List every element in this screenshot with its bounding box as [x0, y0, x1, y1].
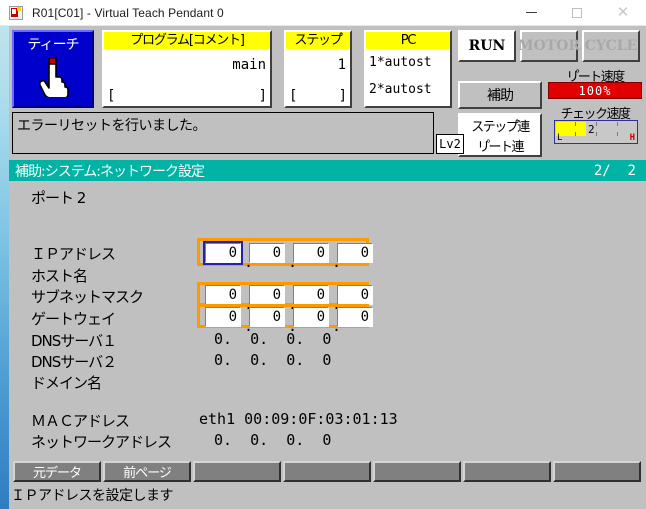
program-bracket-left: [ — [107, 88, 116, 104]
run-lamp-button[interactable]: RUN — [458, 30, 516, 62]
check-speed-high-label: H — [629, 133, 635, 143]
step-repeat-mode-box[interactable]: ステップ゚連 リ゚ート連 — [458, 113, 542, 157]
function-key-bar: 元データ 前ページ — [9, 459, 646, 485]
domain-name-label: ドメイン名 — [31, 374, 102, 392]
ip-octet-3[interactable]: 0 — [293, 243, 329, 263]
pc-box[interactable]: PC 1*autost 2*autost — [364, 30, 452, 108]
subnet-octet-3[interactable]: 0 — [293, 285, 329, 305]
network-address-value: 0. 0. 0. 0 — [214, 431, 332, 449]
dns-server-2-label: DNSサーバ２ — [31, 353, 117, 371]
app-icon — [8, 5, 24, 21]
network-settings-form: ポート 2 ＩＰアドレス 0 . 0 . 0 . 0 ホスト名 サブネットマスク… — [9, 181, 646, 459]
ip-octet-2[interactable]: 0 — [249, 243, 285, 263]
status-hint-line: ＩＰアドレスを設定します — [11, 488, 174, 504]
virtual-teach-pendant-window: R01[C01] - Virtual Teach Pendant 0 ✕ ティー… — [0, 0, 646, 509]
breadcrumb: 補助:システム:ネットワーク設定 — [15, 163, 205, 180]
teach-mode-label: ティーチ — [27, 37, 79, 53]
error-message-text: エラーリセットを行いました。 — [17, 118, 207, 134]
dns-server-1-label: DNSサーバ１ — [31, 332, 117, 350]
mac-address-value: eth1 00:09:0F:03:01:13 — [199, 410, 398, 428]
mac-address-label: ＭＡＣアドレス — [31, 412, 130, 430]
step-box[interactable]: ステップ゚ 1 [ ] — [284, 30, 352, 108]
fkey-5[interactable] — [373, 461, 461, 482]
gateway-octet-2[interactable]: 0 — [249, 307, 285, 327]
motor-lamp-label: MOTOR — [518, 38, 580, 54]
repeat-speed-value: 100% — [578, 83, 612, 98]
ip-octet-1[interactable]: 0 — [203, 241, 243, 265]
aux-button-label: 補助 — [487, 88, 514, 104]
gateway-octet-4[interactable]: 0 — [337, 307, 373, 327]
host-name-label: ホスト名 — [31, 267, 88, 285]
step-number-value: 1 — [337, 57, 346, 73]
ip-address-label: ＩＰアドレス — [31, 245, 116, 263]
left-rail-decoration — [0, 26, 9, 509]
program-box-body: main [ ] — [104, 49, 270, 106]
pendant-screen: ティーチ プログラム[コメント] main [ ] ステップ゚ 1 [] PC… — [9, 26, 646, 509]
motor-lamp-button[interactable]: MOTOR — [518, 30, 580, 62]
step-bracket-left: [ — [289, 88, 298, 104]
program-bracket-right: ] — [258, 88, 267, 104]
subnet-octet-4[interactable]: 0 — [337, 285, 373, 305]
pc-box-body: 1*autost 2*autost — [366, 49, 450, 106]
ip-octet-4[interactable]: 0 — [337, 243, 373, 263]
close-icon[interactable]: ✕ — [600, 0, 646, 26]
aux-button[interactable]: 補助 — [458, 81, 542, 109]
program-comment-field: [ ] — [107, 88, 267, 104]
dns-server-1-value: 0. 0. 0. 0 — [214, 330, 332, 348]
pointing-hand-icon — [36, 57, 70, 99]
run-lamp-label: RUN — [468, 38, 506, 54]
pc-box-header: PC — [366, 32, 450, 49]
fkey-6[interactable] — [463, 461, 551, 482]
step-box-header: ステップ゚ — [286, 32, 350, 49]
step-box-body: 1 [ ] — [286, 49, 350, 106]
program-comment-box[interactable]: プログラム[コメント] main [ ] — [102, 30, 272, 108]
step-bracket-right: ] — [338, 88, 347, 104]
error-message-box: エラーリセットを行いました。 — [12, 112, 434, 154]
program-box-header: プログラム[コメント] — [104, 32, 270, 49]
cycle-lamp-label: CYCLE — [584, 38, 638, 54]
gateway-octet-3[interactable]: 0 — [293, 307, 329, 327]
check-speed-low-label: L — [557, 133, 563, 143]
gateway-label: ゲートウェイ — [31, 310, 116, 328]
pc-line-2: 2*autost — [369, 82, 432, 97]
message-level-badge: Lv2 — [436, 134, 464, 154]
gateway-octet-1[interactable]: 0 — [205, 307, 241, 327]
network-address-label: ネットワークアドレス — [31, 433, 172, 451]
window-controls: ✕ — [508, 0, 646, 26]
repeat-continuous-label[interactable]: リ゚ート連 — [460, 135, 540, 155]
pc-line-1: 1*autost — [369, 55, 432, 70]
program-name-value: main — [232, 57, 266, 73]
fkey-1-original-data[interactable]: 元データ — [13, 461, 101, 482]
subnet-octet-1[interactable]: 0 — [205, 285, 241, 305]
teach-mode-button[interactable]: ティーチ — [12, 30, 94, 108]
step-continuous-label[interactable]: ステップ゚連 — [460, 115, 540, 135]
fkey-3[interactable] — [193, 461, 281, 482]
pendant-body: ティーチ プログラム[コメント] main [ ] ステップ゚ 1 [] PC… — [0, 26, 646, 509]
fkey-7[interactable] — [553, 461, 641, 482]
maximize-button[interactable] — [554, 0, 600, 26]
fkey-2-previous-page[interactable]: 前ページ — [103, 461, 191, 482]
screen-header-bar: 補助:システム:ネットワーク設定 2/ 2 — [9, 160, 646, 181]
minimize-button[interactable] — [508, 0, 554, 26]
repeat-speed-bar: 100% — [548, 82, 642, 99]
step-comment-field: [ ] — [289, 88, 347, 104]
fkey-4[interactable] — [283, 461, 371, 482]
page-indicator: 2/ 2 — [593, 162, 636, 179]
window-title: R01[C01] - Virtual Teach Pendant 0 — [32, 5, 224, 20]
check-speed-value: 2 — [588, 123, 595, 136]
dns-server-2-value: 0. 0. 0. 0 — [214, 351, 332, 369]
check-speed-gauge[interactable]: 2 L H — [554, 120, 638, 144]
port-label: ポート 2 — [31, 189, 86, 207]
window-titlebar: R01[C01] - Virtual Teach Pendant 0 ✕ — [0, 0, 646, 26]
cycle-lamp-button[interactable]: CYCLE — [582, 30, 640, 62]
subnet-octet-2[interactable]: 0 — [249, 285, 285, 305]
subnet-mask-label: サブネットマスク — [31, 288, 144, 306]
